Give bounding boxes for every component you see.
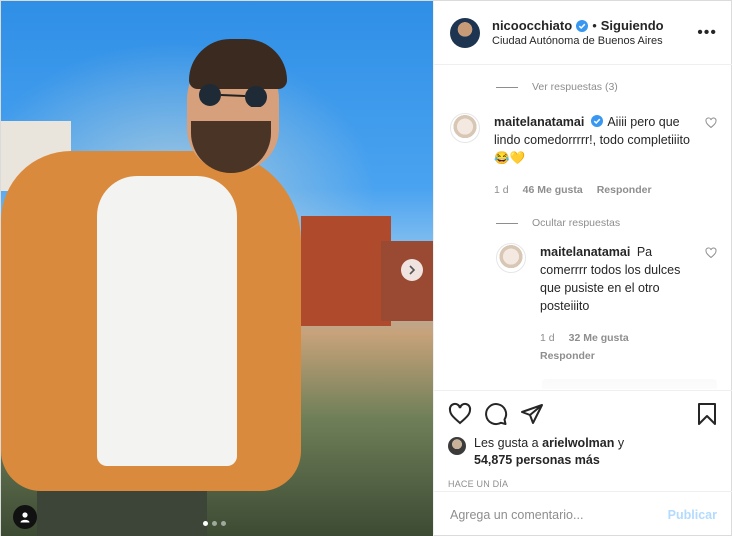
add-comment-bar: Publicar bbox=[434, 491, 732, 536]
replies-line bbox=[496, 222, 518, 224]
chevron-right-icon bbox=[409, 265, 416, 275]
photo-shirt bbox=[97, 176, 237, 466]
comment-reply-button[interactable]: Responder bbox=[597, 181, 652, 199]
view-replies-label: Ver respuestas (3) bbox=[532, 81, 618, 93]
comment-body: maitelanatamai Pa comerrrr todos los dul… bbox=[540, 243, 697, 365]
photo-building bbox=[301, 216, 391, 326]
commenter-avatar[interactable] bbox=[496, 243, 526, 273]
post-photo[interactable] bbox=[1, 1, 433, 536]
author-avatar[interactable] bbox=[450, 17, 480, 48]
author-row: nicoocchiato • Siguiendo bbox=[492, 18, 697, 33]
comment-icon[interactable] bbox=[484, 402, 508, 426]
carousel-dot bbox=[203, 521, 208, 526]
comment-age[interactable]: 1 d bbox=[540, 329, 555, 347]
bookmark-icon[interactable] bbox=[695, 402, 719, 426]
hide-replies-label: Ocultar respuestas bbox=[532, 217, 621, 229]
heart-icon[interactable] bbox=[705, 247, 717, 259]
following-button[interactable]: Siguiendo bbox=[601, 18, 664, 33]
post-timestamp[interactable]: HACE UN DÍA bbox=[448, 479, 719, 489]
user-tag-icon bbox=[20, 512, 30, 523]
post-location[interactable]: Ciudad Autónoma de Buenos Aires bbox=[492, 35, 697, 47]
commenter-username[interactable]: maitelanatamai bbox=[540, 245, 630, 259]
post-header: nicoocchiato • Siguiendo Ciudad Autónoma… bbox=[434, 1, 732, 65]
carousel-dot bbox=[221, 521, 226, 526]
view-replies-button[interactable]: Ver respuestas (3) bbox=[496, 81, 717, 93]
comment-reply-button[interactable]: Responder bbox=[540, 347, 697, 365]
comment-likes[interactable]: 32 Me gusta bbox=[569, 329, 629, 347]
author-username[interactable]: nicoocchiato bbox=[492, 18, 572, 33]
likes-summary: Les gusta a arielwolman y 54,875 persona… bbox=[448, 435, 719, 469]
likes-prefix: Les gusta a bbox=[474, 436, 539, 450]
comment-body: maitelanatamai Aiiii pero que lindo comed… bbox=[494, 113, 697, 199]
instagram-post: nicoocchiato • Siguiendo Ciudad Autónoma… bbox=[0, 0, 732, 536]
comments-section: Ver respuestas (3) maitelanatamai Aiiii p… bbox=[434, 65, 732, 389]
comment: maitelanatamai Aiiii pero que lindo comed… bbox=[450, 113, 717, 199]
liker-username[interactable]: arielwolman bbox=[542, 436, 614, 450]
replies-list: maitelanatamai Pa comerrrr todos los dul… bbox=[496, 243, 717, 389]
liker-avatar[interactable] bbox=[448, 437, 466, 455]
comment-input[interactable] bbox=[450, 507, 668, 522]
verified-badge-icon bbox=[591, 115, 604, 127]
header-separator: • bbox=[592, 18, 597, 33]
comment-likes[interactable]: 46 Me gusta bbox=[523, 181, 583, 199]
comment-age[interactable]: 1 d bbox=[494, 181, 509, 199]
heart-icon[interactable] bbox=[705, 117, 717, 129]
user-tag-button[interactable] bbox=[13, 505, 37, 529]
share-icon[interactable] bbox=[520, 402, 544, 426]
photo-building bbox=[381, 241, 433, 321]
likes-text: Les gusta a arielwolman y 54,875 persona… bbox=[474, 435, 624, 469]
likes-others[interactable]: 54,875 personas más bbox=[474, 453, 600, 467]
hide-replies-button[interactable]: Ocultar respuestas bbox=[496, 217, 717, 229]
commenter-username[interactable]: maitelanatamai bbox=[494, 115, 584, 129]
publish-button[interactable]: Publicar bbox=[668, 508, 717, 522]
more-options-button[interactable]: ••• bbox=[697, 24, 717, 42]
comment-meta: 1 d 46 Me gusta Responder bbox=[494, 181, 697, 199]
loading-comment-placeholder bbox=[542, 379, 717, 389]
verified-badge-icon bbox=[576, 19, 589, 32]
action-icons bbox=[448, 401, 719, 427]
post-actions: Les gusta a arielwolman y 54,875 persona… bbox=[434, 390, 732, 489]
post-details-panel: nicoocchiato • Siguiendo Ciudad Autónoma… bbox=[433, 1, 732, 536]
author-info: nicoocchiato • Siguiendo Ciudad Autónoma… bbox=[492, 18, 697, 47]
reply-comment: maitelanatamai Pa comerrrr todos los dul… bbox=[496, 243, 717, 365]
carousel-indicator bbox=[203, 521, 226, 526]
commenter-avatar[interactable] bbox=[450, 113, 480, 143]
heart-icon[interactable] bbox=[448, 402, 472, 426]
likes-connector: y bbox=[617, 436, 625, 450]
carousel-dot bbox=[212, 521, 217, 526]
comment-meta: 1 d 32 Me gusta Responder bbox=[540, 329, 697, 365]
replies-line bbox=[496, 86, 518, 88]
next-photo-button[interactable] bbox=[401, 259, 423, 281]
photo-sunglasses bbox=[199, 84, 267, 107]
